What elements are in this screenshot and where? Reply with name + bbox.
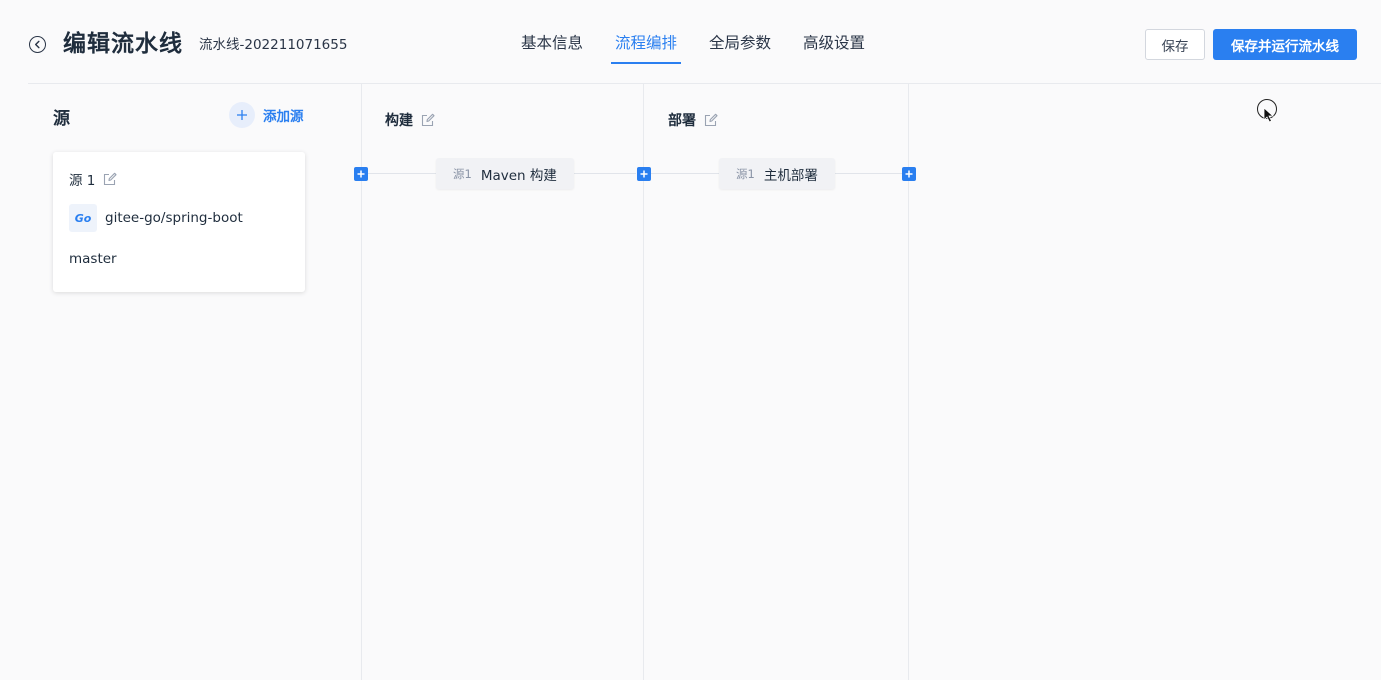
go-logo-icon: Go	[69, 204, 97, 232]
plus-icon	[229, 102, 255, 128]
edit-icon[interactable]	[421, 113, 435, 127]
edit-icon[interactable]	[103, 172, 117, 186]
add-source-button[interactable]: 添加源	[229, 102, 304, 128]
job-name: 主机部署	[763, 167, 818, 184]
edit-icon[interactable]	[704, 113, 718, 127]
job-card-host-deploy[interactable]: 源1 主机部署	[719, 158, 835, 189]
repo-row: Go gitee-go/spring-boot	[69, 204, 243, 232]
stage-name: 部署	[668, 113, 696, 129]
tab-basic-info[interactable]: 基本信息	[505, 0, 599, 84]
stage-name: 构建	[385, 113, 413, 129]
page-title: 编辑流水线	[63, 31, 183, 57]
add-stage-button[interactable]	[902, 167, 916, 181]
tab-global-params[interactable]: 全局参数	[693, 0, 787, 84]
mouse-cursor-icon	[1257, 99, 1277, 123]
back-icon[interactable]	[29, 36, 46, 53]
add-stage-button[interactable]	[354, 167, 368, 181]
source-name: 源 1	[69, 173, 96, 189]
branch-name: master	[69, 251, 117, 267]
tab-bar: 基本信息 流程编排 全局参数 高级设置	[505, 0, 881, 84]
job-name: Maven 构建	[480, 167, 557, 184]
page-header: 编辑流水线 流水线-202211071655 基本信息 流程编排 全局参数 高级…	[0, 0, 1381, 84]
tab-advanced-settings[interactable]: 高级设置	[787, 0, 881, 84]
sources-title: 源	[53, 109, 70, 129]
save-button[interactable]: 保存	[1145, 29, 1205, 60]
pipeline-name: 流水线-202211071655	[199, 37, 348, 53]
source-card-header: 源 1	[69, 169, 117, 189]
job-source: 源1	[453, 166, 472, 181]
add-stage-button[interactable]	[637, 167, 651, 181]
job-source: 源1	[736, 166, 755, 181]
header-divider	[28, 83, 1381, 84]
add-source-label: 添加源	[263, 109, 304, 125]
stage-title-build: 构建	[385, 110, 435, 130]
job-card-maven-build[interactable]: 源1 Maven 构建	[436, 158, 574, 189]
source-card[interactable]: 源 1 Go gitee-go/spring-boot master	[53, 152, 305, 292]
tab-flow-orchestration[interactable]: 流程编排	[599, 0, 693, 84]
repo-name: gitee-go/spring-boot	[105, 210, 243, 226]
save-and-run-button[interactable]: 保存并运行流水线	[1213, 29, 1357, 60]
stage-title-deploy: 部署	[668, 110, 718, 130]
